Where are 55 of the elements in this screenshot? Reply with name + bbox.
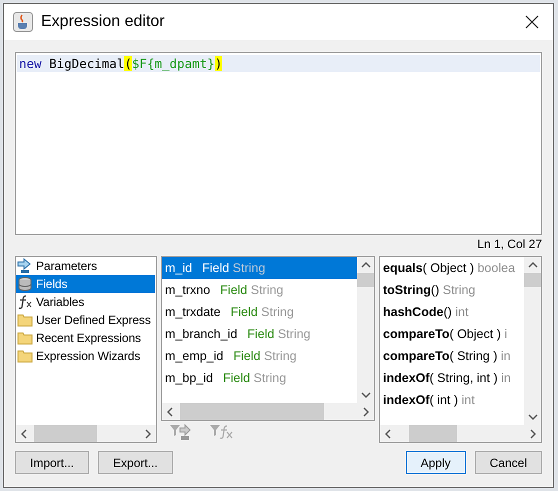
field-item[interactable]: m_emp_id Field String xyxy=(162,345,357,367)
category-item[interactable]: User Defined Express xyxy=(16,311,155,329)
method-item[interactable]: indexOf( String, int ) in xyxy=(380,367,524,389)
vertical-scrollbar[interactable] xyxy=(357,257,374,403)
method-item[interactable]: toString() String xyxy=(380,279,524,301)
field-item[interactable]: m_id Field String xyxy=(162,257,357,279)
category-item[interactable]: Parameters xyxy=(16,257,155,275)
category-item[interactable]: Expression Wizards xyxy=(16,347,155,365)
scroll-right-icon[interactable] xyxy=(144,428,152,438)
scroll-thumb[interactable] xyxy=(408,425,458,442)
horizontal-scrollbar[interactable] xyxy=(16,425,156,442)
field-item[interactable]: m_branch_id Field String xyxy=(162,323,357,345)
scroll-left-icon[interactable] xyxy=(20,428,28,438)
scroll-thumb[interactable] xyxy=(34,425,97,442)
category-item[interactable]: Variables xyxy=(16,293,155,311)
parameter-arrow-icon xyxy=(17,258,33,274)
method-item[interactable]: compareTo( String ) in xyxy=(380,345,524,367)
close-icon[interactable] xyxy=(525,15,539,29)
category-item[interactable]: Recent Expressions xyxy=(16,329,155,347)
window-title: Expression editor xyxy=(41,13,166,31)
scroll-down-icon[interactable] xyxy=(528,413,538,421)
horizontal-scrollbar[interactable] xyxy=(162,403,374,420)
scroll-thumb[interactable] xyxy=(180,403,324,420)
import-export-button[interactable]: Import... xyxy=(15,451,90,474)
database-icon xyxy=(17,276,33,292)
dialog-button[interactable]: Apply xyxy=(406,451,466,474)
scroll-up-icon[interactable] xyxy=(528,261,538,269)
method-item[interactable]: hashCode() int xyxy=(380,301,524,323)
field-item[interactable]: m_trxno Field String xyxy=(162,279,357,301)
import-export-button[interactable]: Export... xyxy=(98,451,173,474)
dialog-button[interactable]: Cancel xyxy=(474,451,542,474)
coffee-cup-icon xyxy=(13,12,33,32)
scroll-left-icon[interactable] xyxy=(384,428,392,438)
scroll-right-icon[interactable] xyxy=(529,428,537,438)
scroll-thumb[interactable] xyxy=(524,273,541,287)
category-item[interactable]: Fields xyxy=(16,275,155,293)
vertical-scrollbar[interactable] xyxy=(524,257,541,425)
folder-icon xyxy=(17,348,33,364)
folder-icon xyxy=(17,312,33,328)
code-editor[interactable]: new BigDecimal($F{m_dpamt}) xyxy=(15,52,542,235)
field-item[interactable]: m_trxdate Field String xyxy=(162,301,357,323)
scroll-thumb[interactable] xyxy=(357,273,374,287)
field-item[interactable]: m_bp_id Field String xyxy=(162,367,357,389)
method-item[interactable]: indexOf( int ) int xyxy=(380,389,524,411)
scroll-up-icon[interactable] xyxy=(360,261,370,269)
horizontal-scrollbar[interactable] xyxy=(380,425,541,442)
scroll-right-icon[interactable] xyxy=(362,406,370,416)
scroll-down-icon[interactable] xyxy=(360,391,370,399)
folder-icon xyxy=(17,330,33,346)
method-item[interactable]: equals( Object ) boolea xyxy=(380,257,524,279)
function-icon xyxy=(17,294,33,310)
cursor-position: Ln 1, Col 27 xyxy=(476,236,542,253)
scroll-left-icon[interactable] xyxy=(166,406,174,416)
filter-function-icon[interactable] xyxy=(209,423,235,441)
method-item[interactable]: compareTo( Object ) i xyxy=(380,323,524,345)
